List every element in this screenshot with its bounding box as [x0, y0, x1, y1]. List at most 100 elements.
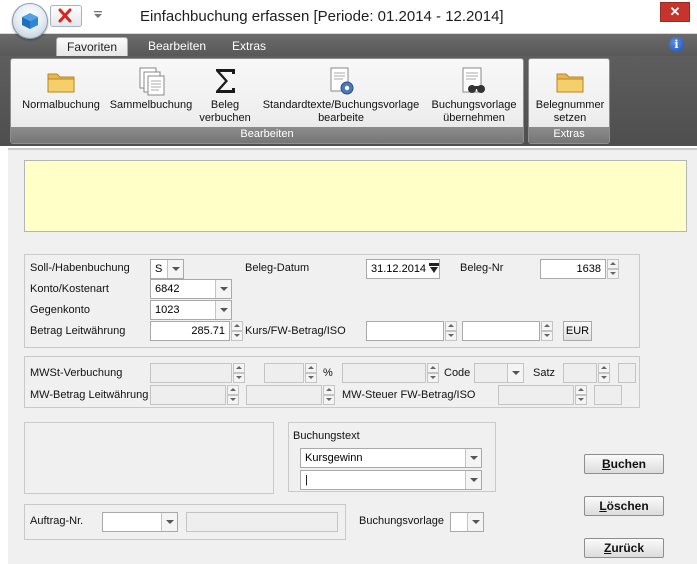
- buchen-mnemonic: B: [601, 457, 611, 471]
- quick-access-dropdown-icon[interactable]: [92, 9, 104, 21]
- chevron-down-icon[interactable]: [215, 280, 231, 298]
- buchungstext-label: Buchungstext: [293, 430, 360, 442]
- message-area: [24, 160, 687, 232]
- buchungsvorlage-uebernehmen-label: Buchungsvorlage übernehmen: [431, 99, 517, 124]
- chevron-down-icon[interactable]: [507, 364, 523, 382]
- normalbuchung-button[interactable]: Normalbuchung: [15, 63, 107, 127]
- quick-access-close-button[interactable]: [50, 5, 82, 27]
- satz-label: Satz: [533, 367, 556, 379]
- chevron-down-icon[interactable]: [167, 260, 183, 278]
- gegenkonto-label: Gegenkonto: [30, 304, 90, 316]
- tab-extras[interactable]: Extras: [222, 37, 276, 56]
- auftrag-label: Auftrag-Nr.: [30, 515, 84, 527]
- chevron-down-icon[interactable]: [465, 471, 481, 489]
- ribbon-group-caption-bearbeiten: Bearbeiten: [11, 127, 523, 143]
- fw-betrag-spinner[interactable]: [541, 321, 553, 341]
- info-panel-frame: [24, 422, 274, 494]
- beleg-datum-label: Beleg-Datum: [245, 262, 310, 274]
- tab-bearbeiten[interactable]: Bearbeiten: [138, 37, 216, 56]
- mw-betrag-fw-field[interactable]: [246, 385, 322, 405]
- kurs-spinner[interactable]: [445, 321, 457, 341]
- belegnummer-setzen-label: Belegnummer setzen: [535, 99, 605, 124]
- buchen-label: uchen: [610, 457, 646, 471]
- auftrag-description-field: [186, 512, 338, 532]
- mw-betrag-spinner[interactable]: [227, 385, 239, 405]
- kurs-label: Kurs/FW-Betrag/ISO: [245, 325, 346, 337]
- soll-haben-select[interactable]: S: [150, 259, 184, 279]
- mwst-verbuchung-label: MWSt-Verbuchung: [30, 367, 123, 379]
- mw-betrag-label: MW-Betrag Leitwährung: [30, 389, 149, 401]
- folder-icon: [556, 73, 584, 93]
- ribbon-group-extras: Belegnummer setzen Extras: [528, 58, 610, 144]
- betrag-label: Betrag Leitwährung: [30, 325, 126, 337]
- belegnummer-setzen-button[interactable]: Belegnummer setzen: [531, 63, 609, 127]
- mw-steuer-fw-field[interactable]: [498, 385, 574, 405]
- iso-currency-button[interactable]: EUR: [563, 321, 592, 341]
- satz-spinner[interactable]: [598, 363, 610, 383]
- normalbuchung-label: Normalbuchung: [22, 99, 100, 111]
- ribbon-group-bearbeiten: Normalbuchung Sammelbuchung Beleg verbuc…: [10, 58, 524, 144]
- satz-extra-field[interactable]: [618, 363, 636, 383]
- mwst-rate-spinner[interactable]: [305, 363, 317, 383]
- zurueck-label: urück: [611, 541, 645, 555]
- application-menu-button[interactable]: [12, 3, 48, 39]
- beleg-nr-value: 1638: [576, 263, 601, 275]
- buchungstext-cursor: |: [305, 474, 308, 486]
- mwst-verbuchung-field[interactable]: [150, 363, 232, 383]
- chevron-down-icon[interactable]: [467, 513, 483, 531]
- chevron-down-icon[interactable]: [215, 301, 231, 319]
- mw-steuer-fw-label: MW-Steuer FW-Betrag/ISO: [342, 389, 476, 401]
- code-label: Code: [444, 367, 471, 379]
- standardtexte-label: Standardtexte/Buchungsvorlage bearbeite: [262, 99, 420, 124]
- ribbon-tab-bar: Favoriten Bearbeiten Extras: [0, 34, 697, 56]
- chevron-down-icon[interactable]: [161, 513, 177, 531]
- beleg-nr-spinner[interactable]: [607, 259, 619, 279]
- documents-icon: [139, 67, 165, 96]
- sammelbuchung-button[interactable]: Sammelbuchung: [107, 63, 195, 127]
- auftrag-select[interactable]: [102, 512, 178, 532]
- betrag-value: 285.71: [191, 325, 225, 337]
- loeschen-button[interactable]: Löschen: [584, 496, 664, 516]
- buchen-button[interactable]: Buchen: [584, 454, 664, 474]
- mw-betrag-fw-spinner[interactable]: [323, 385, 335, 405]
- window-close-button[interactable]: ✕: [660, 2, 690, 22]
- mw-steuer-fw-spinner[interactable]: [575, 385, 587, 405]
- beleg-verbuchen-button[interactable]: Beleg verbuchen: [195, 63, 255, 127]
- document-gear-icon: [330, 67, 354, 95]
- beleg-datum-value: 31.12.2014: [371, 263, 427, 275]
- mw-betrag-field[interactable]: [150, 385, 226, 405]
- sammelbuchung-label: Sammelbuchung: [109, 99, 193, 111]
- beleg-verbuchen-label: Beleg verbuchen: [199, 99, 251, 124]
- buchungsvorlage-select[interactable]: [450, 512, 484, 532]
- buchungstext-select-2[interactable]: |: [300, 470, 482, 490]
- mwst-verbuchung-spinner[interactable]: [233, 363, 245, 383]
- code-select[interactable]: [474, 363, 524, 383]
- buchungsvorlage-uebernehmen-button[interactable]: Buchungsvorlage übernehmen: [427, 63, 521, 127]
- konto-label: Konto/Kostenart: [30, 283, 109, 295]
- beleg-nr-field[interactable]: 1638: [540, 259, 606, 279]
- red-x-icon: [58, 8, 72, 23]
- calendar-dropdown-icon[interactable]: [428, 262, 440, 274]
- betrag-field[interactable]: 285.71: [150, 321, 230, 341]
- kurs-field[interactable]: [366, 321, 444, 341]
- tab-favoriten[interactable]: Favoriten: [56, 37, 129, 56]
- cube-icon: [22, 13, 38, 29]
- satz-field[interactable]: [563, 363, 597, 383]
- fw-betrag-field[interactable]: [462, 321, 540, 341]
- mwst-rate-field[interactable]: [264, 363, 304, 383]
- zurueck-button[interactable]: Zurück: [584, 538, 664, 558]
- window-title: Einfachbuchung erfassen [Periode: 01.201…: [140, 8, 504, 25]
- standardtexte-button[interactable]: Standardtexte/Buchungsvorlage bearbeite: [255, 63, 427, 127]
- mwst-amount-spinner[interactable]: [427, 363, 439, 383]
- gegenkonto-select[interactable]: 1023: [150, 300, 232, 320]
- konto-select[interactable]: 6842: [150, 279, 232, 299]
- konto-value: 6842: [155, 283, 180, 295]
- betrag-spinner[interactable]: [231, 321, 243, 341]
- mwst-amount-field[interactable]: [342, 363, 426, 383]
- percent-label: %: [323, 367, 333, 379]
- buchungstext-select[interactable]: Kursgewinn: [300, 448, 482, 468]
- gegenkonto-value: 1023: [155, 304, 180, 316]
- chevron-down-icon[interactable]: [465, 449, 481, 467]
- mw-steuer-iso-field[interactable]: [594, 385, 622, 405]
- help-icon[interactable]: i: [669, 37, 684, 52]
